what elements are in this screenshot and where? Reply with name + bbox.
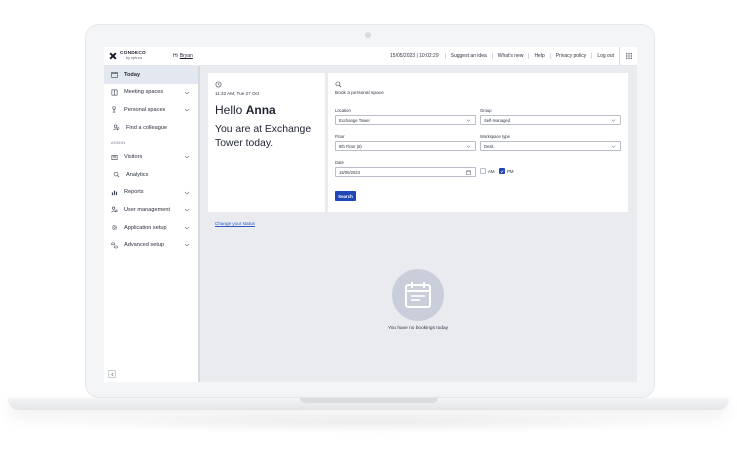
date-input[interactable]: 15/05/2023 <box>335 167 476 177</box>
chevron-down-icon <box>184 108 190 112</box>
sidebar: Today Meeting spaces Personal spaces Fin… <box>104 66 200 382</box>
checkbox-box-checked <box>499 168 505 174</box>
floor-label: Floor <box>335 134 345 139</box>
chevron-down-icon <box>466 119 471 122</box>
people-search-icon <box>113 124 120 131</box>
gear-icon <box>111 224 118 231</box>
location-label: Location <box>335 108 351 113</box>
location-select[interactable]: Exchange Tower <box>335 115 476 125</box>
user-greeting: Hi Bryan <box>173 53 193 59</box>
laptop-notch <box>300 398 438 403</box>
whats-new-link[interactable]: What's new <box>491 53 529 59</box>
search-button[interactable]: Search <box>335 191 356 201</box>
chevron-down-icon <box>184 208 190 212</box>
chevron-down-icon <box>466 145 471 148</box>
chevron-down-icon <box>184 91 190 95</box>
sidebar-item-user-management[interactable]: User management <box>104 201 198 219</box>
logo-subtitle: by eptura <box>126 56 142 60</box>
change-status-link[interactable]: Change your status <box>215 221 255 226</box>
empty-calendar-illustration <box>392 269 444 321</box>
analytics-search-icon <box>113 171 120 178</box>
chevron-left-icon <box>110 372 113 376</box>
chevron-down-icon <box>184 156 190 159</box>
date-label: Date <box>335 160 344 165</box>
meeting-room-icon <box>111 89 118 96</box>
sidebar-item-label: Analytics <box>126 171 149 178</box>
search-icon <box>335 81 342 88</box>
sidebar-item-label: Visitors <box>124 154 143 161</box>
chevron-down-icon <box>184 226 190 230</box>
booking-card: Book a personal space Location Exchange … <box>328 73 628 212</box>
sidebar-item-find-colleague[interactable]: Find a colleague <box>104 119 198 137</box>
sidebar-item-advanced-setup[interactable]: Advanced setup <box>104 236 198 254</box>
apps-grid-icon[interactable] <box>619 47 637 65</box>
clock-icon <box>215 81 222 88</box>
calendar-icon <box>111 71 118 78</box>
chevron-down-icon <box>184 244 190 247</box>
chevron-down-icon <box>611 145 616 148</box>
calendar-icon[interactable] <box>466 170 471 175</box>
sidebar-item-label: Advanced setup <box>124 242 165 249</box>
admin-section-label: ADMIN <box>111 139 126 145</box>
hello-heading: Hello Anna <box>215 103 276 117</box>
condeco-logo[interactable]: CONDECO by eptura <box>109 51 167 61</box>
calendar-icon <box>405 282 431 308</box>
camera-dot <box>365 32 371 38</box>
app-screen: CONDECO by eptura Hi Bryan 15/05/2023 | … <box>104 47 637 382</box>
chevron-down-icon <box>611 119 616 122</box>
user-first-name: Anna <box>245 103 276 117</box>
suggest-idea-link[interactable]: Suggest an idea <box>444 53 492 59</box>
sidebar-item-analytics[interactable]: Analytics <box>104 166 198 184</box>
workspace-type-label: Workspace type <box>480 134 510 139</box>
top-header: CONDECO by eptura Hi Bryan 15/05/2023 | … <box>104 47 637 66</box>
am-checkbox[interactable]: AM <box>480 168 495 174</box>
toggles-icon <box>111 242 118 249</box>
floor-select[interactable]: 8th Floor (8) <box>335 141 476 151</box>
sidebar-item-visitors[interactable]: Visitors <box>104 148 198 166</box>
visitor-badge-icon <box>111 154 118 161</box>
checkmark-icon <box>500 169 504 173</box>
sidebar-item-meeting-spaces[interactable]: Meeting spaces <box>104 84 198 102</box>
user-name-link[interactable]: Bryan <box>180 53 193 59</box>
sidebar-item-label: Application setup <box>124 224 167 231</box>
bar-chart-icon <box>111 189 118 196</box>
help-link[interactable]: Help <box>528 53 549 59</box>
header-datetime: 15/05/2023 | 10:02:29 <box>390 53 439 59</box>
no-bookings-message: You have no bookings today <box>387 326 449 331</box>
collapse-sidebar-button[interactable] <box>108 370 116 378</box>
booking-title: Book a personal space <box>335 91 384 96</box>
sidebar-item-label: Today <box>124 71 141 78</box>
log-out-link[interactable]: Log out <box>591 53 619 59</box>
workspace-type-select[interactable]: Desk <box>480 141 621 151</box>
pm-checkbox[interactable]: PM <box>499 168 514 174</box>
sidebar-item-reports[interactable]: Reports <box>104 184 198 202</box>
group-select[interactable]: Self-managed <box>480 115 621 125</box>
sidebar-item-label: Personal spaces <box>124 106 166 113</box>
sidebar-item-label: User management <box>124 206 171 213</box>
location-message: You are at Exchange Tower today. <box>215 124 312 149</box>
group-label: Group <box>480 108 492 113</box>
laptop-shadow <box>40 412 697 434</box>
welcome-card: 11:32 AM, Tue 27 Oct Hello Anna You are … <box>208 73 325 226</box>
sidebar-item-label: Reports <box>124 189 144 196</box>
users-gear-icon <box>111 206 118 213</box>
desk-chair-icon <box>111 106 118 113</box>
sidebar-item-today[interactable]: Today <box>104 66 198 84</box>
chevron-down-icon <box>184 191 190 194</box>
privacy-policy-link[interactable]: Privacy policy <box>549 53 592 59</box>
welcome-datetime: 11:32 AM, Tue 27 Oct <box>215 91 260 96</box>
sidebar-item-label: Meeting spaces <box>124 89 164 96</box>
checkbox-box <box>480 168 486 174</box>
sidebar-item-application-setup[interactable]: Application setup <box>104 219 198 237</box>
sidebar-item-label: Find a colleague <box>126 124 168 131</box>
sidebar-item-personal-spaces[interactable]: Personal spaces <box>104 101 198 119</box>
logo-mark-icon <box>109 52 117 60</box>
